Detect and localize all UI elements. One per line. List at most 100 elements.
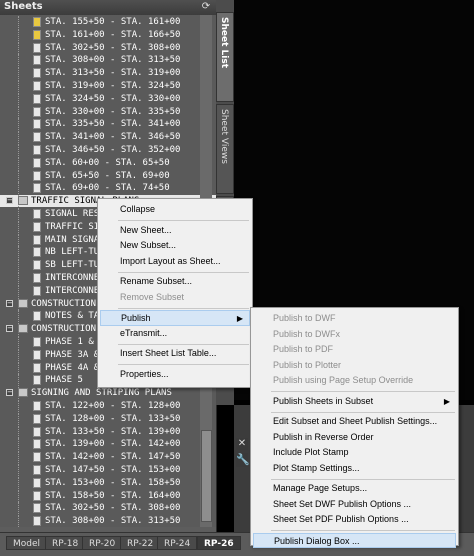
tree-guide-line bbox=[18, 118, 19, 131]
layout-tab-model[interactable]: Model bbox=[6, 536, 48, 550]
tree-guide-line bbox=[18, 28, 19, 41]
menu-item-remove-subset[interactable]: Remove Subset bbox=[100, 290, 250, 306]
subset-row[interactable]: − SIGNING AND STRIPING PLANS bbox=[0, 387, 216, 400]
menu-item-publish-using-page-setup-override[interactable]: Publish using Page Setup Override bbox=[253, 373, 456, 389]
subset-label: CONSTRUCTION bbox=[31, 298, 97, 309]
sheet-label: STA. 335+50 - STA. 341+00 bbox=[45, 119, 181, 130]
sheet-row[interactable]: STA. 302+50 - STA. 308+00 bbox=[0, 41, 216, 54]
menu-item-etransmit[interactable]: eTransmit... bbox=[100, 326, 250, 342]
sheet-label: STA. 60+00 - STA. 65+50 bbox=[45, 157, 170, 168]
layout-tab-rp-18[interactable]: RP-18 bbox=[45, 536, 86, 550]
sheet-icon bbox=[33, 273, 41, 283]
collapse-toggle-icon[interactable]: − bbox=[6, 389, 13, 397]
layout-tab-rp-26[interactable]: RP-26 bbox=[197, 536, 241, 550]
menu-item-publish-to-dwfx[interactable]: Publish to DWFx bbox=[253, 327, 456, 343]
sheet-row[interactable]: STA. 308+00 - STA. 313+50 bbox=[0, 515, 216, 527]
menu-item-import-layout-as-sheet[interactable]: Import Layout as Sheet... bbox=[100, 254, 250, 270]
menu-item-publish[interactable]: Publish ▶ bbox=[100, 310, 250, 326]
sheet-row[interactable]: STA. 65+50 - STA. 69+00 bbox=[0, 169, 216, 182]
sheet-row[interactable]: STA. 142+00 - STA. 147+50 bbox=[0, 451, 216, 464]
menu-separator bbox=[271, 411, 455, 413]
sheet-warning-icon bbox=[33, 29, 41, 40]
sheet-row[interactable]: STA. 153+00 - STA. 158+50 bbox=[0, 476, 216, 489]
layout-tab-rp-22[interactable]: RP-22 bbox=[120, 536, 161, 550]
sheet-row[interactable]: STA. 308+00 - STA. 313+50 bbox=[0, 54, 216, 67]
sheet-row[interactable]: STA. 69+00 - STA. 74+50 bbox=[0, 182, 216, 195]
side-tab-sheet-views[interactable]: Sheet Views bbox=[216, 104, 234, 194]
menu-item-publish-sheets-in-subset[interactable]: Publish Sheets in Subset ▶ bbox=[253, 394, 456, 410]
subset-context-menu: Collapse New Sheet... New Subset... Import … bbox=[97, 198, 253, 388]
collapse-toggle-icon[interactable]: − bbox=[6, 299, 13, 307]
sheet-icon bbox=[33, 132, 41, 143]
refresh-icon[interactable]: ⟳ bbox=[200, 1, 212, 13]
sheet-row[interactable]: STA. 158+50 - STA. 164+00 bbox=[0, 489, 216, 502]
tree-scrollbar-thumb[interactable] bbox=[201, 430, 212, 522]
sheet-row[interactable]: STA. 341+00 - STA. 346+50 bbox=[0, 131, 216, 144]
sheet-row[interactable]: STA. 133+50 - STA. 139+00 bbox=[0, 425, 216, 438]
menu-item-sheet-set-pdf-publish-options[interactable]: Sheet Set PDF Publish Options ... bbox=[253, 512, 456, 528]
sheet-row[interactable]: STA. 60+00 - STA. 65+50 bbox=[0, 156, 216, 169]
menu-item-label: Collapse bbox=[120, 204, 156, 214]
menu-item-plot-stamp-settings[interactable]: Plot Stamp Settings... bbox=[253, 461, 456, 477]
sheet-icon bbox=[33, 170, 41, 181]
tree-guide-line bbox=[18, 208, 19, 220]
sheet-row[interactable]: STA. 319+00 - STA. 324+50 bbox=[0, 80, 216, 92]
sheet-row[interactable]: STA. 155+50 - STA. 161+00 bbox=[0, 16, 216, 28]
sheet-row[interactable]: STA. 122+00 - STA. 128+00 bbox=[0, 400, 216, 412]
menu-item-publish-to-plotter[interactable]: Publish to Plotter bbox=[253, 358, 456, 374]
layout-tab-rp-20[interactable]: RP-20 bbox=[82, 536, 123, 550]
menu-item-rename-subset[interactable]: Rename Subset... bbox=[100, 274, 250, 290]
collapse-toggle-icon[interactable]: − bbox=[6, 325, 13, 333]
sheet-row[interactable]: STA. 302+50 - STA. 308+00 bbox=[0, 502, 216, 515]
sheet-icon bbox=[33, 106, 41, 117]
menu-item-new-subset[interactable]: New Subset... bbox=[100, 238, 250, 254]
sheet-row[interactable]: STA. 313+50 - STA. 319+00 bbox=[0, 67, 216, 80]
menu-item-publish-in-reverse-order[interactable]: Publish in Reverse Order bbox=[253, 430, 456, 446]
menu-item-publish-dialog-box[interactable]: Publish Dialog Box ... bbox=[253, 532, 456, 548]
sheet-icon bbox=[33, 465, 41, 475]
sheet-label: STA. 341+00 - STA. 346+50 bbox=[45, 132, 181, 143]
sheet-row[interactable]: STA. 139+00 - STA. 142+00 bbox=[0, 438, 216, 451]
sheet-row[interactable]: STA. 330+00 - STA. 335+50 bbox=[0, 105, 216, 118]
menu-item-label: Publish to PDF bbox=[273, 344, 334, 354]
side-tab-sheet-list[interactable]: Sheet List bbox=[216, 12, 234, 102]
menu-item-edit-subset-and-sheet-publish-settings[interactable]: Edit Subset and Sheet Publish Settings..… bbox=[253, 414, 456, 430]
sheet-label: STA. 313+50 - STA. 319+00 bbox=[45, 68, 181, 79]
subset-label: SIGNING AND STRIPING PLANS bbox=[31, 388, 172, 399]
sheet-row[interactable]: STA. 346+50 - STA. 352+00 bbox=[0, 144, 216, 156]
menu-item-label: New Subset... bbox=[120, 240, 177, 250]
sheet-label: STA. 153+00 - STA. 158+50 bbox=[45, 477, 181, 488]
menu-item-sheet-set-dwf-publish-options[interactable]: Sheet Set DWF Publish Options ... bbox=[253, 497, 456, 513]
tree-guide-line bbox=[18, 156, 19, 169]
sheet-icon bbox=[33, 401, 41, 411]
close-icon[interactable]: ✕ bbox=[236, 438, 248, 450]
menu-item-label: Publish to DWFx bbox=[273, 328, 341, 339]
collapse-toggle-icon[interactable]: − bbox=[6, 197, 13, 205]
menu-item-new-sheet[interactable]: New Sheet... bbox=[100, 223, 250, 239]
sheet-label: PHASE 5 bbox=[45, 375, 83, 386]
sheet-row[interactable]: STA. 335+50 - STA. 341+00 bbox=[0, 118, 216, 131]
layout-tab-rp-24[interactable]: RP-24 bbox=[157, 536, 198, 550]
menu-item-collapse[interactable]: Collapse bbox=[100, 202, 250, 218]
menu-item-insert-sheet-list-table[interactable]: Insert Sheet List Table... bbox=[100, 346, 250, 362]
menu-item-label: Remove Subset bbox=[120, 291, 185, 302]
sheet-label: STA. 65+50 - STA. 69+00 bbox=[45, 170, 170, 181]
sheet-row[interactable]: STA. 324+50 - STA. 330+00 bbox=[0, 92, 216, 105]
menu-item-publish-to-dwf[interactable]: Publish to DWF bbox=[253, 311, 456, 327]
menu-item-manage-page-setups[interactable]: Manage Page Setups... bbox=[253, 481, 456, 497]
menu-item-publish-to-pdf[interactable]: Publish to PDF bbox=[253, 342, 456, 358]
sheet-label: STA. 161+00 - STA. 166+50 bbox=[45, 29, 181, 40]
sheet-icon bbox=[33, 55, 41, 66]
sheet-row[interactable]: STA. 147+50 - STA. 153+00 bbox=[0, 464, 216, 476]
submenu-arrow-icon: ▶ bbox=[236, 314, 243, 323]
sheet-icon bbox=[33, 68, 41, 79]
tree-guide-line bbox=[18, 464, 19, 476]
sheet-icon bbox=[33, 93, 41, 104]
menu-item-properties[interactable]: Properties... bbox=[100, 367, 250, 383]
sheet-label: PHASE 1 & 2 bbox=[45, 337, 105, 347]
sheet-row[interactable]: STA. 128+00 - STA. 133+50 bbox=[0, 412, 216, 425]
sheet-row[interactable]: STA. 161+00 - STA. 166+50 bbox=[0, 28, 216, 41]
sheet-icon bbox=[33, 349, 41, 360]
menu-item-include-plot-stamp[interactable]: Include Plot Stamp bbox=[253, 445, 456, 461]
wrench-icon[interactable]: 🔧 bbox=[236, 453, 250, 467]
